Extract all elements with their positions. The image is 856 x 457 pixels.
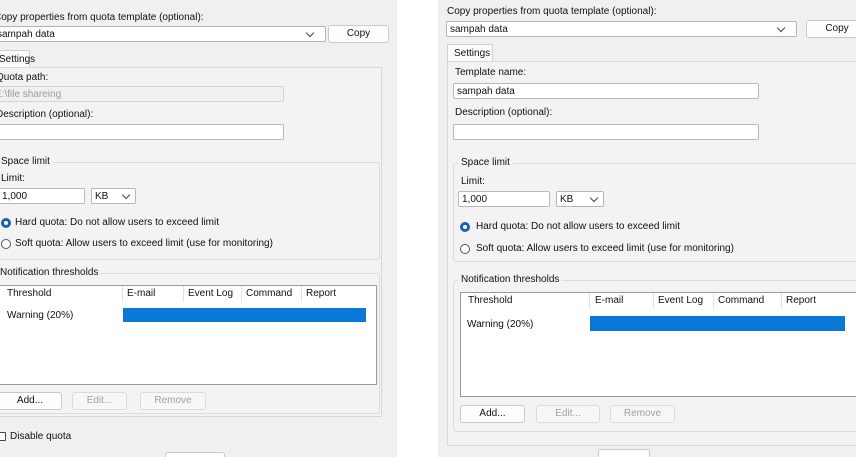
- add-button[interactable]: Add...: [460, 405, 525, 423]
- thresholds-list[interactable]: Threshold E-mail Event Log Command Repor…: [0, 285, 377, 385]
- notification-thresholds-title: Notification thresholds: [0, 267, 102, 279]
- unit-select[interactable]: KB: [91, 188, 136, 204]
- column-header-email[interactable]: E-mail: [123, 286, 184, 302]
- soft-quota-label: Soft quota: Allow users to exceed limit …: [476, 243, 734, 254]
- column-header-command[interactable]: Command: [242, 286, 302, 302]
- hard-quota-label: Hard quota: Do not allow users to exceed…: [476, 221, 680, 232]
- unit-select[interactable]: KB: [556, 191, 604, 207]
- quota-path-field: E:\file shareing: [0, 86, 284, 102]
- limit-label: Limit:: [1, 173, 25, 184]
- template-name-value: sampah data: [457, 86, 515, 97]
- soft-quota-radio[interactable]: [460, 244, 470, 254]
- hard-quota-radio[interactable]: [1, 218, 11, 228]
- edit-button: Edit...: [72, 392, 127, 410]
- disable-quota-label: Disable quota: [10, 431, 72, 442]
- chevron-down-icon: [121, 190, 131, 200]
- column-header-report[interactable]: Report: [302, 286, 372, 302]
- column-header-event-log[interactable]: Event Log: [654, 293, 714, 309]
- unit-value: KB: [95, 191, 109, 202]
- table-row[interactable]: Warning (20%): [467, 319, 533, 331]
- description-label: Description (optional):: [0, 109, 94, 120]
- chevron-down-icon: [589, 193, 599, 203]
- remove-button: Remove: [140, 392, 206, 410]
- copy-template-label: Copy properties from quota template (opt…: [447, 6, 657, 17]
- space-limit-title: Space limit: [0, 156, 53, 168]
- disable-quota-checkbox[interactable]: [0, 432, 6, 441]
- limit-value: 1,000: [462, 194, 488, 205]
- template-combobox-value: sampah data: [0, 29, 55, 40]
- column-header-threshold[interactable]: Threshold: [3, 286, 123, 302]
- unit-value: KB: [560, 194, 574, 205]
- hard-quota-radio[interactable]: [460, 222, 470, 232]
- column-header-event-log[interactable]: Event Log: [184, 286, 242, 302]
- template-combobox-value: sampah data: [450, 24, 508, 35]
- template-combobox[interactable]: sampah data: [446, 21, 797, 37]
- chevron-down-icon: [305, 28, 315, 38]
- column-header-email[interactable]: E-mail: [591, 293, 654, 309]
- copy-button[interactable]: Copy: [806, 20, 856, 38]
- template-combobox[interactable]: sampah data: [0, 26, 326, 42]
- column-header-report[interactable]: Report: [782, 293, 856, 309]
- soft-quota-radio[interactable]: [1, 239, 11, 249]
- edit-button: Edit...: [536, 405, 600, 423]
- copy-button[interactable]: Copy: [328, 25, 389, 43]
- limit-value: 1,000: [2, 191, 28, 202]
- column-header-threshold[interactable]: Threshold: [464, 293, 590, 309]
- tab-settings[interactable]: Settings: [447, 44, 493, 62]
- row-selection-highlight: [590, 316, 845, 331]
- add-button[interactable]: Add...: [0, 392, 62, 410]
- space-limit-title: Space limit: [458, 157, 513, 169]
- template-name-field[interactable]: sampah data: [453, 83, 759, 99]
- column-header-command[interactable]: Command: [714, 293, 782, 309]
- description-field[interactable]: [0, 124, 284, 140]
- left-dialog: Copy properties from quota template (opt…: [0, 0, 397, 457]
- soft-quota-label: Soft quota: Allow users to exceed limit …: [15, 238, 273, 249]
- copy-template-label: Copy properties from quota template (opt…: [0, 12, 204, 23]
- limit-field[interactable]: 1,000: [458, 191, 550, 207]
- description-field[interactable]: [453, 124, 759, 140]
- template-name-label: Template name:: [455, 67, 527, 78]
- description-label: Description (optional):: [455, 107, 553, 118]
- right-dialog: Copy properties from quota template (opt…: [438, 0, 856, 457]
- dialog-button-partial[interactable]: [165, 452, 225, 457]
- hard-quota-label: Hard quota: Do not allow users to exceed…: [15, 217, 219, 228]
- limit-label: Limit:: [461, 176, 485, 187]
- row-selection-highlight: [123, 308, 366, 322]
- table-row[interactable]: Warning (20%): [7, 310, 73, 322]
- quota-path-label: Quota path:: [0, 72, 49, 83]
- notification-thresholds-title: Notification thresholds: [458, 274, 563, 286]
- limit-field[interactable]: 1,000: [0, 188, 85, 204]
- dialog-button-partial[interactable]: [598, 449, 650, 457]
- quota-path-value: E:\file shareing: [0, 89, 62, 100]
- chevron-down-icon: [776, 23, 786, 33]
- thresholds-list[interactable]: Threshold E-mail Event Log Command Repor…: [460, 292, 856, 397]
- tab-settings[interactable]: Settings: [0, 50, 35, 68]
- remove-button: Remove: [610, 405, 675, 423]
